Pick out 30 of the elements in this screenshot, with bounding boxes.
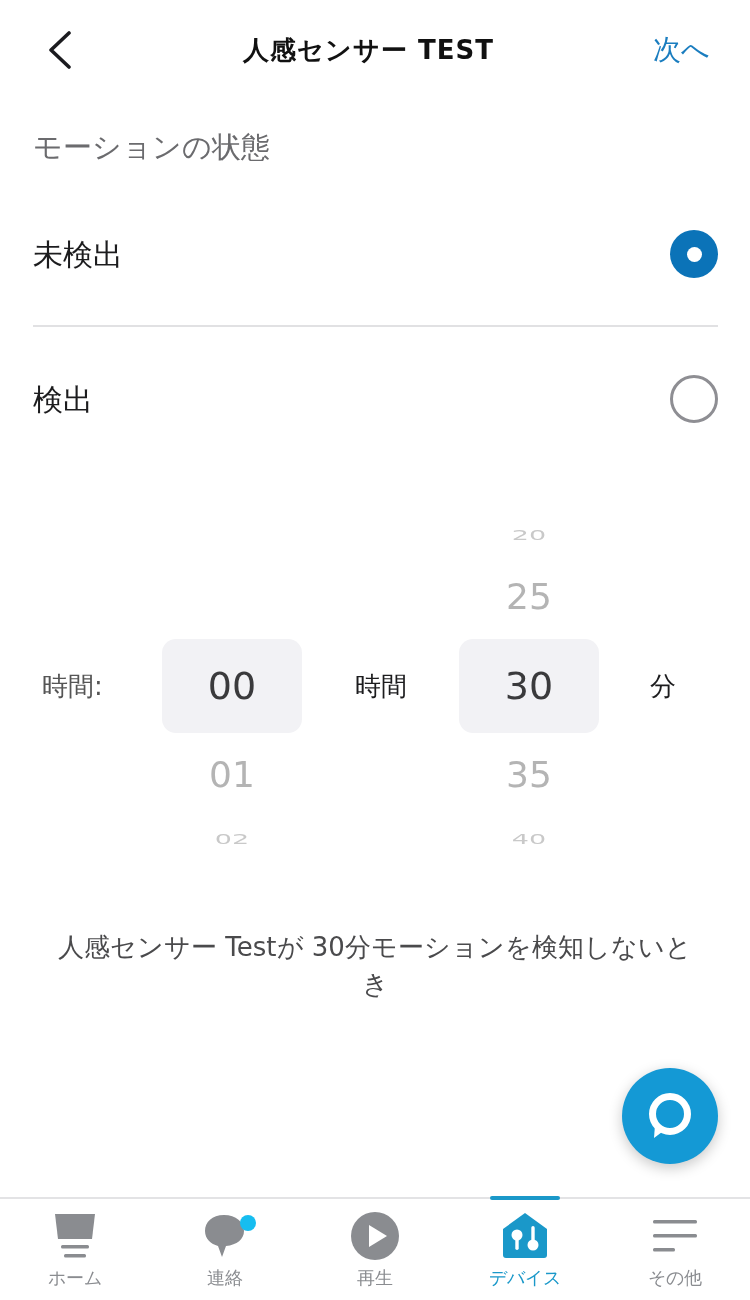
tab-bar-item[interactable]: その他: [600, 1199, 750, 1300]
active-tab-indicator: [490, 1196, 560, 1200]
option-label: 検出: [33, 380, 93, 419]
tab-bar-item[interactable]: ホーム: [0, 1199, 150, 1300]
voice-assistant-button[interactable]: [622, 1068, 718, 1164]
picker-option[interactable]: 30: [459, 639, 599, 733]
unit-label: 時間: [354, 669, 407, 703]
screen-title: 人感センサー TEST: [243, 33, 494, 67]
house-icon: [501, 1213, 549, 1259]
picker-label: 時間:: [42, 670, 103, 701]
description-text: 人感センサー Testが 30分モーションを検知しないとき: [57, 931, 693, 1001]
play-icon: [351, 1212, 399, 1260]
tab-bar-item[interactable]: 再生: [300, 1199, 450, 1300]
picker-option[interactable]: 25: [506, 579, 552, 615]
speech-bubble-icon: [204, 1214, 246, 1258]
menu-icon: [653, 1220, 697, 1252]
unit-label: 分: [650, 669, 676, 703]
speech-ring-icon: [647, 1092, 693, 1140]
picker-option[interactable]: 00: [162, 639, 302, 733]
radio-button[interactable]: [670, 230, 718, 278]
tab-bar-item[interactable]: 連絡: [150, 1199, 300, 1300]
chevron-left-icon: [48, 31, 72, 69]
radio-button[interactable]: [670, 375, 718, 423]
section-heading: モーションの状態: [33, 130, 270, 164]
option-label: 未検出: [33, 235, 123, 274]
picker-option[interactable]: 01: [209, 757, 255, 793]
home-icon: [53, 1212, 97, 1260]
picker-option[interactable]: 35: [506, 757, 552, 793]
next-button[interactable]: 次へ: [653, 29, 710, 71]
tab-bar-item[interactable]: デバイス: [450, 1199, 600, 1300]
